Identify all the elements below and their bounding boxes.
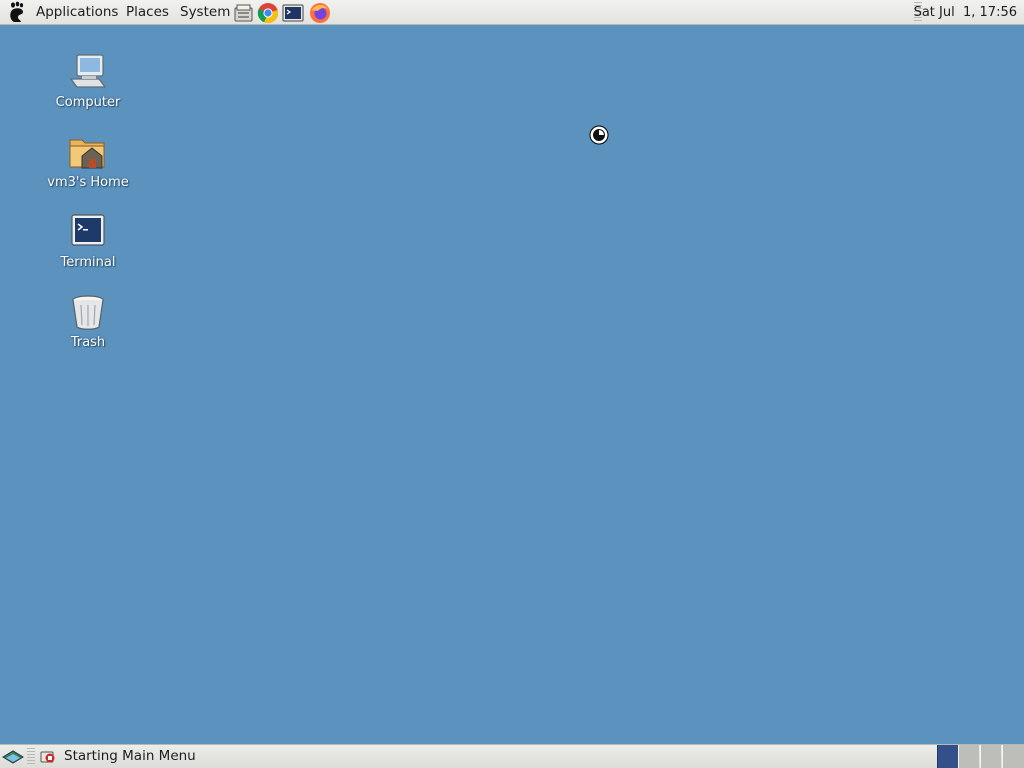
desktop-icon-label: Trash	[70, 335, 106, 350]
desktop-icon-trash[interactable]: Trash	[38, 292, 138, 368]
terminal-launcher-icon[interactable]	[282, 2, 304, 24]
top-panel: Applications Places System Sat Jul 1, 17…	[0, 0, 1024, 25]
panel-handle[interactable]	[27, 748, 35, 765]
firefox-launcher-icon[interactable]	[309, 2, 331, 24]
chrome-launcher-icon[interactable]	[257, 2, 279, 24]
home-folder-icon	[69, 139, 105, 169]
desktop-icon-terminal[interactable]: Terminal	[38, 212, 138, 288]
desktop-icon-home[interactable]: vm3's Home	[38, 132, 138, 208]
clock[interactable]: Sat Jul 1, 17:56	[914, 0, 1017, 25]
gnome-foot-icon[interactable]	[7, 1, 29, 23]
file-manager-launcher-icon[interactable]	[233, 2, 255, 24]
busy-cursor-icon	[589, 125, 609, 145]
show-desktop-icon[interactable]	[2, 747, 24, 767]
main-menu-task-icon	[40, 751, 55, 763]
applications-menu[interactable]: Applications	[36, 0, 118, 25]
workspace-1[interactable]	[937, 745, 958, 768]
workspace-3[interactable]	[980, 745, 1001, 768]
places-menu[interactable]: Places	[126, 0, 169, 25]
terminal-icon	[71, 214, 105, 246]
workspace-4[interactable]	[1002, 745, 1024, 768]
taskbar-item-label[interactable]: Starting Main Menu	[64, 745, 196, 768]
workspace-2[interactable]	[958, 745, 979, 768]
desktop-icon-label: Computer	[55, 95, 121, 110]
bottom-panel: Starting Main Menu	[0, 744, 1024, 768]
desktop-icon-computer[interactable]: Computer	[38, 52, 138, 128]
trash-icon	[72, 295, 104, 330]
system-menu[interactable]: System	[180, 0, 230, 25]
computer-icon	[69, 54, 107, 88]
desktop-icon-label: vm3's Home	[47, 175, 129, 190]
desktop-icon-label: Terminal	[60, 255, 116, 270]
